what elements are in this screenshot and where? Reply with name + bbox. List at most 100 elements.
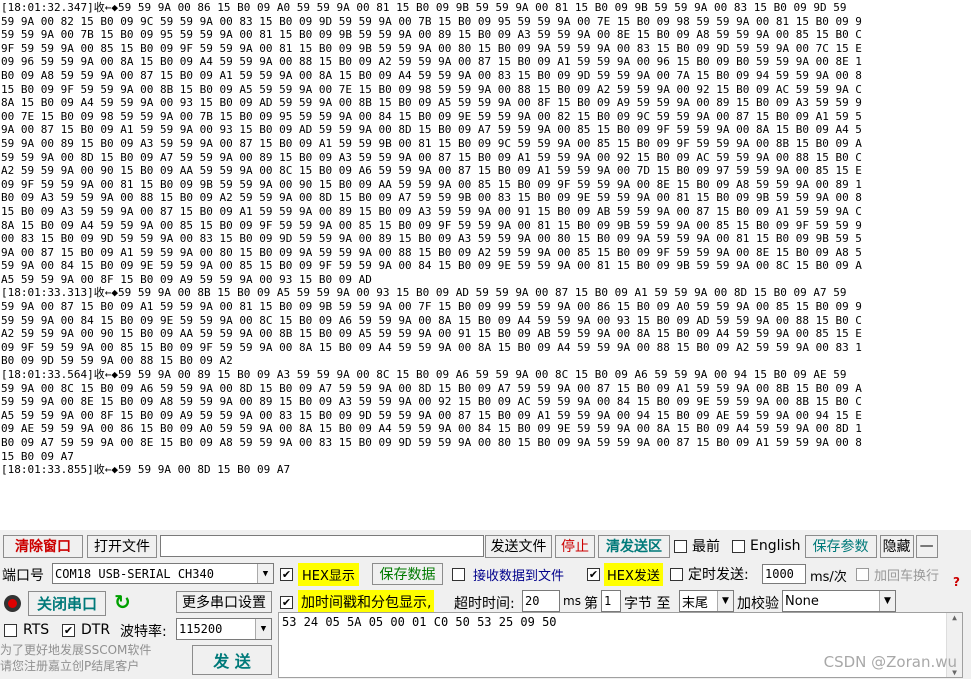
english-checkbox[interactable] <box>732 539 745 553</box>
timeout-unit: ms <box>563 594 581 608</box>
rts-label: RTS <box>23 622 50 638</box>
promo-line-1: 为了更好地发展SSCOM软件 <box>0 643 152 657</box>
promo-text[interactable]: 为了更好地发展SSCOM软件 请您注册嘉立创P结尾客户 <box>0 642 180 674</box>
checksum-select[interactable]: None ▼ <box>782 590 896 612</box>
recv-to-file-checkbox[interactable] <box>452 567 465 581</box>
watermark: CSDN @Zoran.wu <box>823 653 957 671</box>
receive-line: A5 59 59 9A 00 8F 15 B0 09 A9 59 59 9A 0… <box>1 272 372 286</box>
refresh-icon[interactable]: ↻ <box>114 590 131 614</box>
dtr-option[interactable]: ✔ DTR <box>62 621 110 639</box>
hex-display-checkbox[interactable]: ✔ <box>280 567 293 581</box>
receive-line: [18:01:33.313]收←◆59 59 9A 00 8B 15 B0 09… <box>1 286 847 300</box>
receive-area[interactable]: [18:01:32.347]收←◆59 59 9A 00 86 15 B0 09… <box>0 0 971 530</box>
timed-send-label: 定时发送: <box>688 567 749 583</box>
append-crlf-option[interactable]: 加回车换行 <box>856 563 939 585</box>
byte-index-value: 1 <box>604 594 612 608</box>
receive-line: 59 9A 00 87 15 B0 09 A1 59 59 9A 00 81 1… <box>1 300 862 314</box>
chevron-down-icon: ▼ <box>879 591 895 611</box>
hide-button[interactable]: 隐藏 <box>879 534 914 558</box>
topmost-checkbox[interactable] <box>674 539 687 553</box>
receive-line: B0 09 A3 59 59 9A 00 88 15 B0 09 A2 59 5… <box>1 191 862 205</box>
recv-to-file-option[interactable]: 接收数据到文件 <box>452 563 564 585</box>
checksum-value: None <box>785 593 819 609</box>
dtr-checkbox[interactable]: ✔ <box>62 623 75 637</box>
open-file-button[interactable]: 打开文件 <box>87 534 157 558</box>
rts-option[interactable]: RTS <box>4 621 49 639</box>
receive-line: 00 7E 15 B0 09 98 59 59 9A 00 7B 15 B0 0… <box>1 109 862 123</box>
timestamp-label: 加时间戳和分包显示, <box>298 590 435 614</box>
receive-line: 8A 15 B0 09 A4 59 59 9A 00 93 15 B0 09 A… <box>1 96 862 110</box>
receive-line: [18:01:33.564]收←◆59 59 9A 00 89 15 B0 09… <box>1 368 847 382</box>
receive-line: A2 59 59 9A 00 90 15 B0 09 AA 59 59 9A 0… <box>1 327 862 341</box>
byte-index-input[interactable]: 1 <box>601 590 621 612</box>
save-data-button[interactable]: 保存数据 <box>372 563 443 585</box>
checksum-label: 加校验 <box>737 596 779 612</box>
scroll-up-icon[interactable]: ▲ <box>952 613 957 622</box>
receive-line: 59 59 9A 00 84 15 B0 09 9E 59 59 9A 00 8… <box>1 313 862 327</box>
append-crlf-label: 加回车换行 <box>874 568 940 584</box>
port-value: COM18 USB-SERIAL CH340 <box>55 566 214 581</box>
receive-line: 09 9F 59 59 9A 00 81 15 B0 09 9B 59 59 9… <box>1 177 862 191</box>
close-port-button[interactable]: 关闭串口 <box>28 591 106 616</box>
send-file-button[interactable]: 发送文件 <box>485 534 552 558</box>
promo-line-2: 请您注册嘉立创P结尾客户 <box>0 659 140 673</box>
receive-line: 9F 59 59 9A 00 85 15 B0 09 9F 59 59 9A 0… <box>1 41 862 55</box>
range-end-select[interactable]: 末尾 ▼ <box>679 590 734 612</box>
port-label: 端口号 <box>2 568 44 584</box>
topmost-option[interactable]: 最前 <box>674 536 720 556</box>
receive-line: 59 9A 00 84 15 B0 09 9E 59 59 9A 00 85 1… <box>1 259 862 273</box>
append-crlf-checkbox[interactable] <box>856 567 869 581</box>
hex-send-label: HEX发送 <box>604 562 663 586</box>
english-option[interactable]: English <box>732 538 801 554</box>
receive-line: 09 AE 59 59 9A 00 86 15 B0 09 A0 59 59 9… <box>1 422 862 436</box>
clear-window-button[interactable]: 清除窗口 <box>3 534 83 558</box>
range-end-value: 末尾 <box>682 595 709 611</box>
english-label: English <box>750 538 801 554</box>
clear-send-button[interactable]: 清发送区 <box>598 534 670 558</box>
byte-suffix: 字节 至 <box>624 596 671 612</box>
receive-line: 00 83 15 B0 09 9D 59 59 9A 00 83 15 B0 0… <box>1 232 862 246</box>
timeout-input[interactable]: 20 <box>522 590 560 612</box>
receive-line: 09 9F 59 59 9A 00 85 15 B0 09 9F 59 59 9… <box>1 340 862 354</box>
timestamp-checkbox[interactable]: ✔ <box>280 595 293 609</box>
receive-line: 59 59 9A 00 8D 15 B0 09 A7 59 59 9A 00 8… <box>1 150 862 164</box>
help-icon[interactable]: ? <box>953 575 960 589</box>
interval-input[interactable]: 1000 <box>762 564 806 584</box>
timed-send-checkbox[interactable] <box>670 567 683 581</box>
receive-line: B0 09 9D 59 59 9A 00 88 15 B0 09 A2 <box>1 354 233 368</box>
port-select[interactable]: COM18 USB-SERIAL CH340 ▼ <box>52 563 274 584</box>
collapse-button[interactable]: — <box>915 534 938 558</box>
timed-send-option[interactable]: 定时发送: <box>670 563 749 585</box>
more-settings-button[interactable]: 更多串口设置 <box>176 591 272 613</box>
rts-checkbox[interactable] <box>4 623 17 637</box>
hex-display-label: HEX显示 <box>298 562 359 586</box>
chevron-down-icon: ▼ <box>257 564 273 583</box>
save-params-button[interactable]: 保存参数 <box>804 534 877 558</box>
receive-line: B0 09 A8 59 59 9A 00 87 15 B0 09 A1 59 5… <box>1 68 862 82</box>
receive-line: A2 59 59 9A 00 90 15 B0 09 AA 59 59 9A 0… <box>1 164 862 178</box>
receive-line: [18:01:33.855]收←◆59 59 9A 00 8D 15 B0 09… <box>1 463 291 477</box>
send-button[interactable]: 发 送 <box>192 645 272 675</box>
receive-line: 15 B0 09 A3 59 59 9A 00 87 15 B0 09 A1 5… <box>1 204 862 218</box>
chevron-down-icon: ▼ <box>255 619 271 639</box>
receive-line: A5 59 59 9A 00 8F 15 B0 09 A9 59 59 9A 0… <box>1 408 862 422</box>
toolbar: 清除窗口 打开文件 发送文件 停止 清发送区 最前 English 保存参数 隐… <box>0 532 971 560</box>
receive-line: 15 B0 09 9F 59 59 9A 00 8B 15 B0 09 A5 5… <box>1 82 862 96</box>
send-data: 53 24 05 5A 05 00 01 C0 50 53 25 09 50 <box>282 615 557 629</box>
receive-line: 9A 00 87 15 B0 09 A1 59 59 9A 00 93 15 B… <box>1 123 862 137</box>
control-panel: 端口号 COM18 USB-SERIAL CH340 ▼ ✔ HEX显示 保存数… <box>0 560 971 679</box>
hex-send-checkbox[interactable]: ✔ <box>587 567 600 581</box>
stop-button[interactable]: 停止 <box>555 534 595 558</box>
baud-select[interactable]: 115200 ▼ <box>176 618 272 640</box>
chevron-down-icon: ▼ <box>717 591 733 611</box>
file-path-input[interactable] <box>160 535 484 557</box>
timeout-label: 超时时间: <box>454 596 515 612</box>
receive-line: 8A 15 B0 09 A4 59 59 9A 00 85 15 B0 09 9… <box>1 218 862 232</box>
interval-unit: ms/次 <box>810 570 847 585</box>
interval-value: 1000 <box>765 567 794 581</box>
timestamp-option[interactable]: ✔ 加时间戳和分包显示, <box>280 590 435 614</box>
receive-line: 59 9A 00 82 15 B0 09 9C 59 59 9A 00 83 1… <box>1 14 862 28</box>
hex-send-option[interactable]: ✔ HEX发送 <box>587 562 663 586</box>
hex-display-option[interactable]: ✔ HEX显示 <box>280 562 359 586</box>
receive-line: B0 09 A7 59 59 9A 00 8E 15 B0 09 A8 59 5… <box>1 436 862 449</box>
